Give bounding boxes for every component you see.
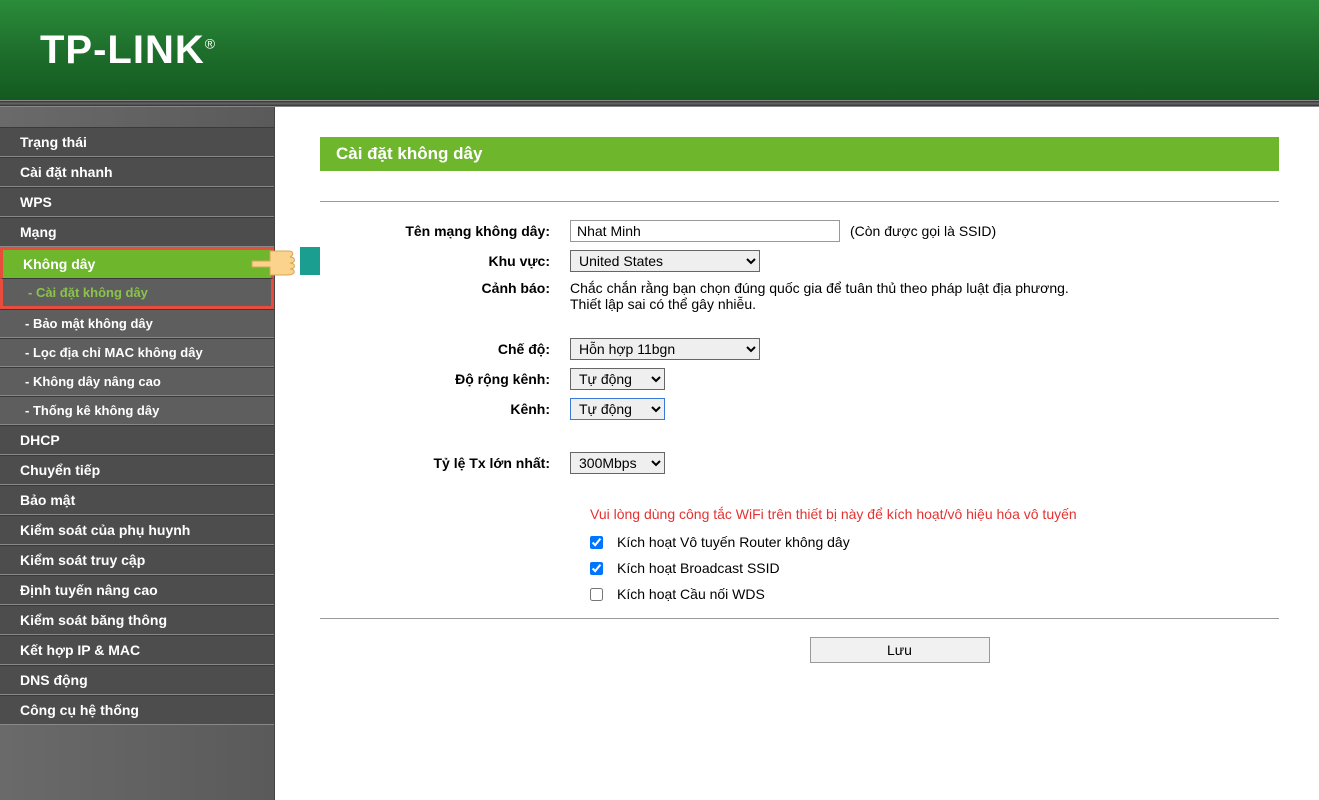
channel-width-select[interactable]: Tự động xyxy=(570,368,665,390)
sidebar-item-adv-routing[interactable]: Định tuyến nâng cao xyxy=(0,575,274,605)
sidebar-item-parental[interactable]: Kiểm soát của phụ huynh xyxy=(0,515,274,545)
sidebar-sub-wireless-settings[interactable]: - Cài đặt không dây xyxy=(0,278,274,309)
sidebar-item-wps[interactable]: WPS xyxy=(0,187,274,217)
divider xyxy=(320,201,1279,202)
sidebar-sub-wireless-security[interactable]: - Bảo mật không dây xyxy=(0,309,274,338)
button-row: Lưu xyxy=(520,637,1279,663)
row-channel: Kênh: Tự động xyxy=(320,398,1279,420)
brand-text: TP-LINK xyxy=(40,28,205,72)
sidebar-item-ddns[interactable]: DNS động xyxy=(0,665,274,695)
enable-wds-checkbox[interactable] xyxy=(590,588,603,601)
layout: Trạng thái Cài đặt nhanh WPS Mạng Không … xyxy=(0,107,1319,800)
row-max-tx: Tỷ lệ Tx lớn nhất: 300Mbps xyxy=(320,452,1279,474)
sidebar-item-wireless[interactable]: Không dây xyxy=(0,247,274,278)
registered-icon: ® xyxy=(205,35,216,51)
sidebar-item-network[interactable]: Mạng xyxy=(0,217,274,247)
mode-select[interactable]: Hỗn hợp 11bgn xyxy=(570,338,760,360)
sidebar-item-forwarding[interactable]: Chuyển tiếp xyxy=(0,455,274,485)
enable-broadcast-label: Kích hoạt Broadcast SSID xyxy=(617,560,780,576)
checkbox-row-broadcast: Kích hoạt Broadcast SSID xyxy=(590,560,1279,576)
enable-wds-label: Kích hoạt Cầu nối WDS xyxy=(617,586,765,602)
label-warning: Cảnh báo: xyxy=(320,280,570,296)
save-button[interactable]: Lưu xyxy=(810,637,990,663)
label-ssid: Tên mạng không dây: xyxy=(320,223,570,239)
sidebar-item-ip-mac[interactable]: Kết hợp IP & MAC xyxy=(0,635,274,665)
sidebar-item-status[interactable]: Trạng thái xyxy=(0,127,274,157)
enable-radio-checkbox[interactable] xyxy=(590,536,603,549)
label-max-tx: Tỷ lệ Tx lớn nhất: xyxy=(320,455,570,471)
pointing-hand-icon xyxy=(250,237,320,287)
sidebar-sub-wireless-stats[interactable]: - Thống kê không dây xyxy=(0,396,274,425)
sidebar-item-security[interactable]: Bảo mật xyxy=(0,485,274,515)
max-tx-select[interactable]: 300Mbps xyxy=(570,452,665,474)
sidebar-sub-mac-filter[interactable]: - Lọc địa chỉ MAC không dây xyxy=(0,338,274,367)
wifi-switch-notice: Vui lòng dùng công tắc WiFi trên thiết b… xyxy=(590,506,1279,522)
region-select[interactable]: United States xyxy=(570,250,760,272)
warning-text-line1: Chắc chắn rằng bạn chọn đúng quốc gia để… xyxy=(570,280,1069,296)
sidebar: Trạng thái Cài đặt nhanh WPS Mạng Không … xyxy=(0,107,275,800)
warning-text-line2: Thiết lập sai có thể gây nhiễu. xyxy=(570,296,1069,312)
sidebar-item-dhcp[interactable]: DHCP xyxy=(0,425,274,455)
sidebar-sub-wireless-advanced[interactable]: - Không dây nâng cao xyxy=(0,367,274,396)
sidebar-item-system-tools[interactable]: Công cụ hệ thống xyxy=(0,695,274,725)
sidebar-item-access-control[interactable]: Kiểm soát truy cập xyxy=(0,545,274,575)
header-divider xyxy=(0,100,1319,107)
label-channel: Kênh: xyxy=(320,401,570,417)
checkbox-row-radio: Kích hoạt Vô tuyến Router không dây xyxy=(590,534,1279,550)
divider-bottom xyxy=(320,618,1279,619)
page-title: Cài đặt không dây xyxy=(320,137,1279,171)
label-region: Khu vực: xyxy=(320,253,570,269)
sidebar-item-bandwidth[interactable]: Kiểm soát băng thông xyxy=(0,605,274,635)
sidebar-item-quick-setup[interactable]: Cài đặt nhanh xyxy=(0,157,274,187)
ssid-hint: (Còn được gọi là SSID) xyxy=(850,223,996,239)
main-content: Cài đặt không dây Tên mạng không dây: (C… xyxy=(275,107,1319,800)
row-mode: Chế độ: Hỗn hợp 11bgn xyxy=(320,338,1279,360)
row-warning: Cảnh báo: Chắc chắn rằng bạn chọn đúng q… xyxy=(320,280,1279,312)
row-region: Khu vực: United States xyxy=(320,250,1279,272)
row-ssid: Tên mạng không dây: (Còn được gọi là SSI… xyxy=(320,220,1279,242)
row-channel-width: Độ rộng kênh: Tự động xyxy=(320,368,1279,390)
label-channel-width: Độ rộng kênh: xyxy=(320,371,570,387)
brand-logo: TP-LINK® xyxy=(40,28,216,73)
enable-broadcast-checkbox[interactable] xyxy=(590,562,603,575)
channel-select[interactable]: Tự động xyxy=(570,398,665,420)
ssid-input[interactable] xyxy=(570,220,840,242)
label-mode: Chế độ: xyxy=(320,341,570,357)
header: TP-LINK® xyxy=(0,0,1319,100)
enable-radio-label: Kích hoạt Vô tuyến Router không dây xyxy=(617,534,850,550)
checkbox-row-wds: Kích hoạt Cầu nối WDS xyxy=(590,586,1279,602)
